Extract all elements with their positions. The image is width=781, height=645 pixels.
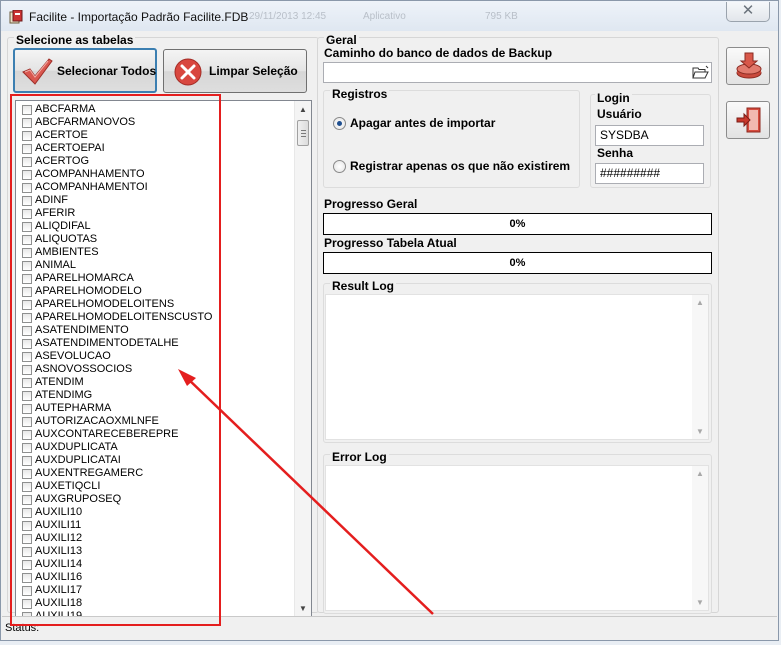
annotation-arrow-icon [178, 369, 434, 615]
